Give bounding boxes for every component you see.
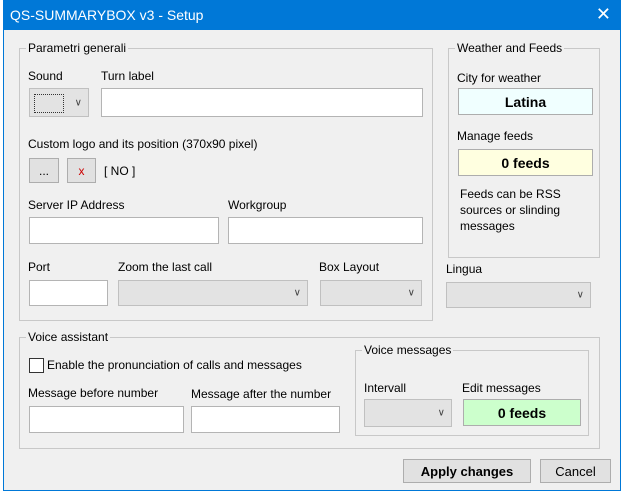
box-layout-select[interactable]: ∨ [320,280,422,306]
edit-messages-label: Edit messages [462,381,541,395]
voice-messages-legend: Voice messages [362,343,454,357]
chevron-down-icon: ∨ [576,289,584,301]
turn-label-input[interactable] [101,88,423,117]
logo-label: Custom logo and its position (370x90 pix… [28,137,258,151]
focus-rect [34,94,64,113]
before-number-input[interactable] [29,406,184,433]
workgroup-input[interactable] [228,217,423,244]
sound-select[interactable]: ∨ [29,88,89,117]
browse-logo-button[interactable]: ... [29,158,59,183]
chevron-down-icon: ∨ [74,97,82,108]
server-ip-label: Server IP Address [28,198,125,212]
edit-messages-button[interactable]: 0 feeds [463,399,581,426]
sound-label: Sound [28,69,63,83]
zoom-label: Zoom the last call [118,260,213,274]
cancel-button[interactable]: Cancel [540,459,611,483]
title-bar: QS-SUMMARYBOX v3 - Setup ✕ [3,0,621,30]
interval-label: Intervall [364,381,407,395]
port-input[interactable] [29,280,108,306]
before-number-label: Message before number [28,386,159,400]
chevron-down-icon: ∨ [293,287,301,299]
manage-feeds-label: Manage feeds [457,129,534,143]
chevron-down-icon: ∨ [407,287,415,299]
zoom-select[interactable]: ∨ [118,280,308,306]
port-label: Port [28,260,51,274]
after-number-input[interactable] [191,406,340,433]
logo-status: [ NO ] [104,164,136,178]
close-icon[interactable]: ✕ [596,4,611,25]
city-field[interactable]: Latina [458,88,593,115]
remove-logo-button[interactable]: x [67,158,96,183]
after-number-label: Message after the number [191,387,332,401]
lingua-label: Lingua [446,262,483,276]
server-ip-input[interactable] [29,217,219,244]
apply-changes-button[interactable]: Apply changes [403,459,531,483]
voice-legend: Voice assistant [26,330,111,344]
lingua-select[interactable]: ∨ [446,282,591,308]
city-label: City for weather [457,71,542,85]
chevron-down-icon: ∨ [437,407,445,419]
feeds-note: Feeds can be RSS sources or slinding mes… [460,187,561,233]
enable-pronunciation-label[interactable]: Enable the pronunciation of calls and me… [47,358,302,372]
workgroup-label: Workgroup [228,198,287,212]
general-legend: Parametri generali [26,41,129,55]
interval-select[interactable]: ∨ [364,399,452,427]
turn-label: Turn label [101,69,154,83]
manage-feeds-button[interactable]: 0 feeds [458,149,593,176]
weather-legend: Weather and Feeds [455,41,565,55]
box-layout-label: Box Layout [319,260,380,274]
enable-pronunciation-checkbox[interactable] [29,358,44,373]
window-title: QS-SUMMARYBOX v3 - Setup [10,7,204,23]
